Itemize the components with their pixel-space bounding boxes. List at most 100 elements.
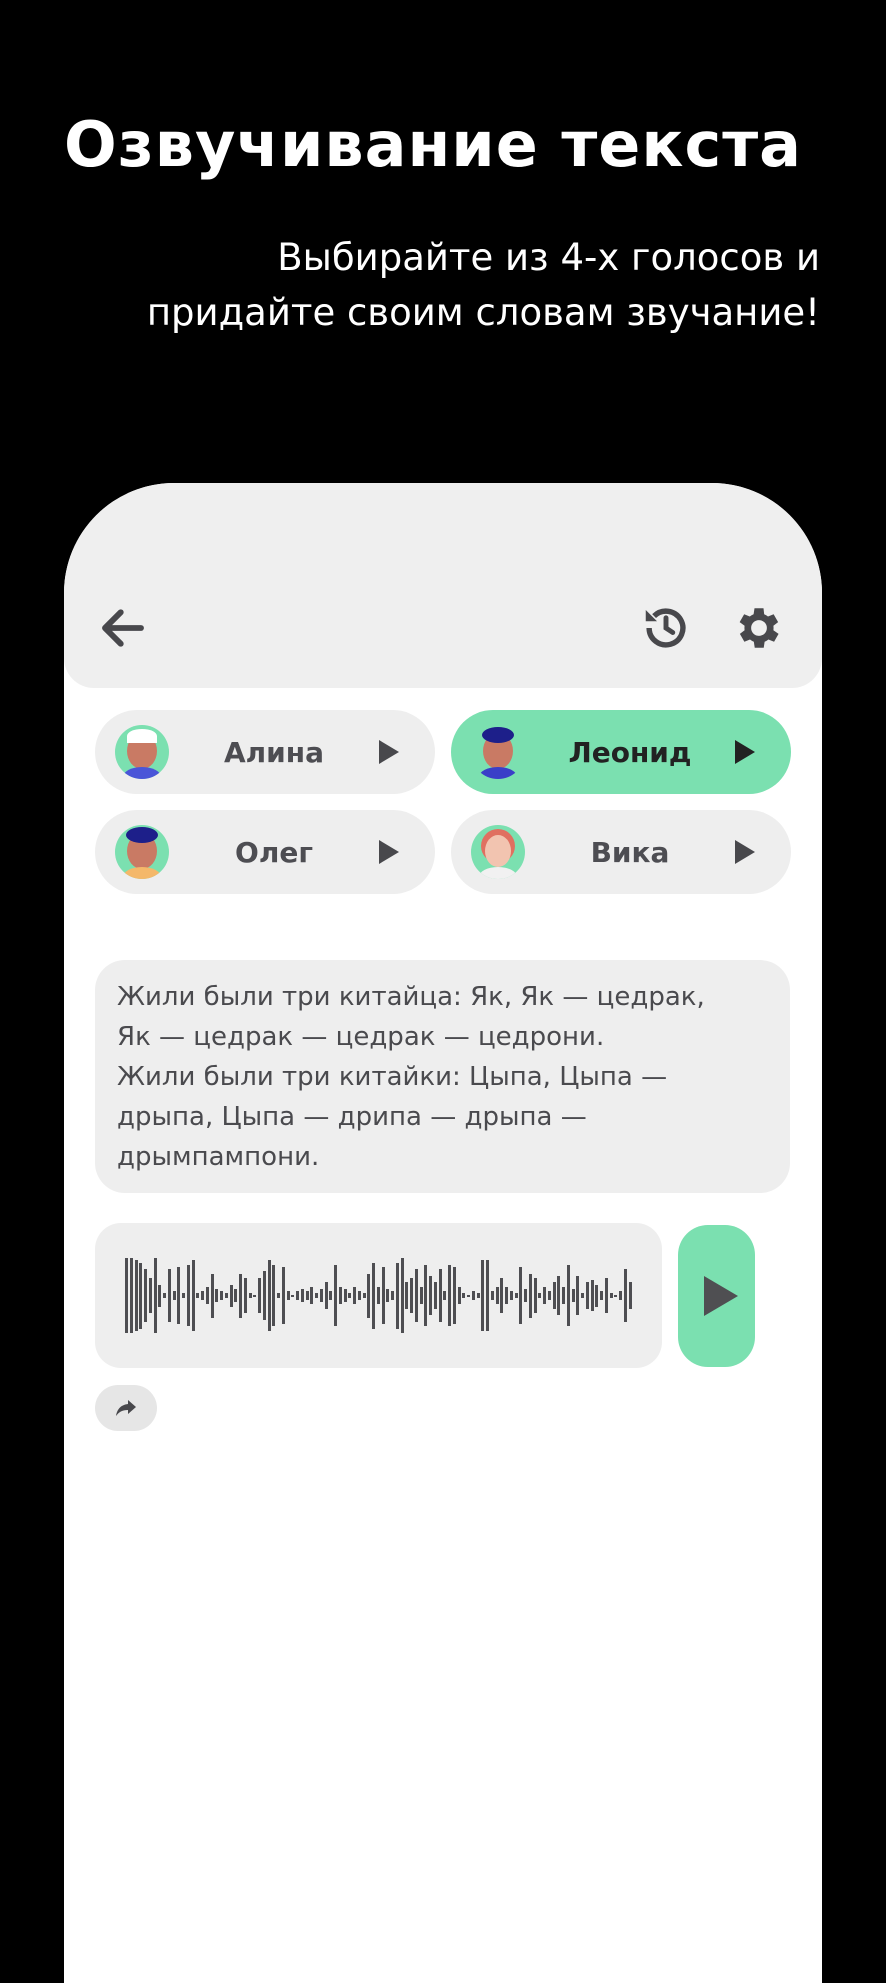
promo-subtitle: Выбирайте из 4-х голосов и придайте свои…	[146, 236, 820, 334]
waveform-bar	[590, 1280, 594, 1311]
waveform-bar	[628, 1282, 632, 1309]
gear-icon[interactable]	[732, 601, 786, 655]
waveform-bar	[448, 1264, 451, 1327]
waveform-bars	[125, 1223, 633, 1368]
waveform-bar	[262, 1271, 266, 1320]
waveform-bar	[429, 1275, 432, 1316]
waveform-bar	[372, 1262, 375, 1329]
waveform-bar	[505, 1286, 508, 1305]
waveform-bar	[410, 1277, 413, 1314]
avatar-alina	[115, 725, 169, 779]
play-button[interactable]	[678, 1225, 755, 1367]
waveform-bar	[576, 1275, 580, 1316]
waveform-bar	[319, 1288, 323, 1303]
audio-waveform[interactable]	[95, 1223, 662, 1368]
waveform-bar	[281, 1266, 285, 1325]
waveform-bar	[234, 1288, 238, 1303]
waveform-bar	[562, 1286, 565, 1305]
voice-vika[interactable]: Вика	[451, 810, 791, 894]
waveform-bar	[552, 1282, 556, 1309]
waveform-bar	[619, 1291, 622, 1300]
voice-leonid[interactable]: Леонид	[451, 710, 791, 794]
waveform-bar	[433, 1282, 437, 1309]
waveform-bar	[191, 1260, 195, 1331]
waveform-bar	[623, 1269, 627, 1322]
waveform-bar	[310, 1286, 314, 1305]
waveform-bar	[547, 1291, 551, 1300]
waveform-bar	[471, 1291, 475, 1300]
waveform-bar	[248, 1293, 252, 1298]
avatar-oleg	[115, 825, 169, 879]
history-icon[interactable]	[639, 601, 693, 655]
waveform-bar	[395, 1262, 399, 1329]
waveform-bar	[148, 1277, 152, 1314]
waveform-bar	[519, 1266, 523, 1325]
waveform-bar	[609, 1293, 613, 1298]
waveform-bar	[315, 1293, 318, 1298]
waveform-bar	[144, 1269, 147, 1322]
voice-name: Алина	[223, 735, 325, 769]
share-button[interactable]	[95, 1385, 157, 1431]
waveform-bar	[614, 1294, 618, 1297]
waveform-bar	[324, 1282, 328, 1309]
voice-name: Леонид	[568, 735, 692, 769]
voice-oleg[interactable]: Олег	[95, 810, 435, 894]
waveform-bar	[462, 1293, 466, 1298]
waveform-bar	[566, 1264, 570, 1327]
waveform-bar	[543, 1286, 546, 1305]
waveform-bar	[419, 1286, 423, 1305]
waveform-bar	[163, 1293, 166, 1298]
play-icon[interactable]	[379, 840, 399, 864]
phone-screen: Алина Леонид Олег Вика Жили были три кит…	[64, 483, 822, 1983]
waveform-bar	[215, 1288, 219, 1303]
voice-alina[interactable]: Алина	[95, 710, 435, 794]
play-icon[interactable]	[735, 840, 755, 864]
app-header	[64, 483, 822, 688]
waveform-bar	[362, 1293, 366, 1298]
waveform-bar	[296, 1291, 299, 1300]
waveform-bar	[229, 1284, 233, 1307]
play-icon[interactable]	[379, 740, 399, 764]
waveform-bar	[595, 1284, 599, 1307]
waveform-bar	[585, 1282, 589, 1309]
voice-name: Олег	[235, 835, 313, 869]
waveform-bar	[367, 1273, 371, 1318]
waveform-bar	[400, 1258, 404, 1333]
waveform-bar	[129, 1258, 133, 1333]
waveform-bar	[305, 1291, 309, 1300]
waveform-bar	[172, 1291, 176, 1300]
waveform-bar	[224, 1293, 228, 1298]
waveform-bar	[201, 1291, 204, 1300]
waveform-bar	[210, 1273, 214, 1318]
waveform-bar	[343, 1288, 347, 1303]
waveform-bar	[457, 1286, 461, 1305]
waveform-bar	[134, 1260, 138, 1331]
waveform-bar	[239, 1273, 242, 1318]
waveform-bar	[125, 1258, 128, 1333]
waveform-bar	[486, 1260, 489, 1331]
waveform-bar	[533, 1277, 537, 1314]
play-icon[interactable]	[735, 740, 755, 764]
waveform-bar	[452, 1266, 456, 1325]
waveform-bar	[258, 1277, 261, 1314]
waveform-bar	[476, 1293, 480, 1298]
waveform-bar	[158, 1284, 162, 1307]
waveform-bar	[538, 1293, 542, 1298]
waveform-bar	[414, 1269, 418, 1322]
back-arrow-icon[interactable]	[96, 601, 150, 655]
waveform-bar	[334, 1264, 337, 1327]
waveform-bar	[443, 1291, 447, 1300]
text-input[interactable]: Жили были три китайца: Як, Як — цедрак, …	[95, 960, 790, 1193]
waveform-bar	[386, 1288, 390, 1303]
waveform-bar	[177, 1266, 181, 1325]
waveform-bar	[438, 1269, 442, 1322]
waveform-bar	[514, 1293, 518, 1298]
waveform-bar	[277, 1293, 280, 1298]
waveform-bar	[329, 1291, 333, 1300]
waveform-bar	[267, 1260, 271, 1331]
waveform-bar	[509, 1291, 513, 1300]
waveform-bar	[357, 1291, 361, 1300]
waveform-bar	[205, 1286, 209, 1305]
waveform-bar	[243, 1277, 247, 1314]
waveform-bar	[167, 1269, 171, 1322]
